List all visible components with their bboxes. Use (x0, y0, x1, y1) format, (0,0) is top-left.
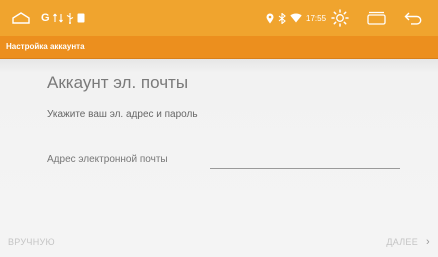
next-button-label: ДАЛЕЕ (386, 237, 419, 247)
page-title: Аккаунт эл. почты (47, 73, 189, 92)
next-button[interactable]: ДАЛЕЕ › (386, 227, 430, 257)
action-bar: Настройка аккаунта (0, 36, 438, 59)
location-icon (266, 0, 274, 36)
home-icon[interactable] (12, 0, 30, 36)
brightness-icon[interactable] (331, 0, 349, 36)
action-bar-title: Настройка аккаунта (6, 42, 85, 51)
footer-bar: ВРУЧНУЮ ДАЛЕЕ › (0, 227, 438, 257)
bluetooth-icon (278, 0, 286, 36)
email-label: Адрес электронной почты (47, 154, 168, 165)
manual-setup-button[interactable]: ВРУЧНУЮ (8, 227, 55, 257)
status-bar: G 17:55 (0, 0, 438, 36)
notification-icon (77, 0, 85, 36)
network-icon (53, 0, 63, 36)
wifi-icon (290, 0, 302, 36)
email-field[interactable] (210, 150, 400, 169)
recent-apps-icon[interactable] (367, 0, 386, 36)
google-icon: G (41, 12, 50, 24)
back-icon[interactable] (404, 0, 423, 36)
page-subtitle: Укажите ваш эл. адрес и пароль (47, 109, 198, 120)
clock: 17:55 (306, 13, 327, 23)
usb-icon (66, 0, 74, 36)
chevron-right-icon: › (426, 236, 430, 248)
